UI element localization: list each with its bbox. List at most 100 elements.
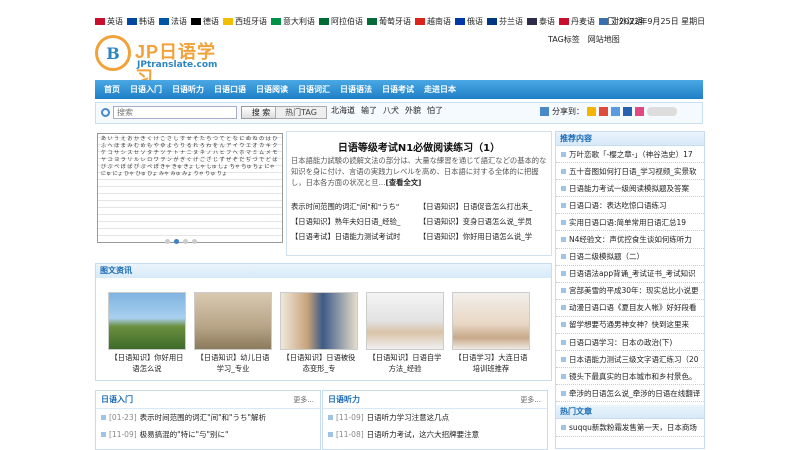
photo-news-caption: 【日语知识】幼儿日语学习_专业 — [196, 353, 270, 373]
photo-news-item[interactable]: 【日语知识】你好用日语怎么说 — [108, 292, 186, 374]
site-logo[interactable]: B JP日语学习 JPtranslate.com — [95, 35, 235, 88]
lang-link[interactable]: 阿拉伯语 — [319, 16, 363, 27]
list-item[interactable]: 五十音图如何打日语_学习视频_实景软 — [556, 163, 704, 181]
lang-label: 法语 — [171, 17, 187, 26]
nav-item[interactable]: 走进日本 — [419, 84, 461, 95]
photo-news-item[interactable]: 【日语知识】日语自学方法_经验 — [366, 292, 444, 374]
lang-link[interactable]: 泰语 — [527, 16, 555, 27]
renren-share-icon[interactable] — [623, 107, 632, 116]
slider-dot[interactable] — [174, 239, 179, 244]
slider-dot[interactable] — [192, 239, 197, 244]
lang-link[interactable]: 意大利语 — [271, 16, 315, 27]
hot-word-link[interactable]: 八犬 — [383, 105, 399, 116]
sitemap-link[interactable]: 网站地图 — [588, 34, 620, 45]
photo-news-item[interactable]: 【日语知识】日语被役态变形_专 — [280, 292, 358, 374]
hot-word-link[interactable]: 北海道 — [331, 105, 355, 116]
list-item[interactable]: suqqu新款粉霜发售第一天，日本商场 — [556, 419, 704, 437]
lang-label: 芬兰语 — [499, 17, 523, 26]
tencent-share-icon[interactable] — [611, 107, 620, 116]
lang-label: 韩语 — [139, 17, 155, 26]
lang-link[interactable]: 韩语 — [127, 16, 155, 27]
share-icon — [540, 107, 549, 116]
list-item-text: suqqu新款粉霜发售第一天，日本商场 — [569, 422, 697, 432]
lang-link[interactable]: 越南语 — [415, 16, 451, 27]
nav-item[interactable]: 日语入门 — [125, 84, 167, 95]
lang-link[interactable]: 芬兰语 — [487, 16, 523, 27]
feature-link[interactable]: 表示时间范围的词汇"间"和"うち" — [291, 202, 419, 212]
list-item-text: 万叶恋歌「-樱之章-」（神谷浩史）17 — [569, 149, 693, 159]
nav-item[interactable]: 日语语法 — [335, 84, 377, 95]
lang-link[interactable]: 俄语 — [455, 16, 483, 27]
list-item[interactable]: [11-09] 极易搞混的"特に"与"别に" — [96, 426, 320, 443]
slider-dots — [165, 239, 197, 244]
qzone-share-icon[interactable] — [587, 107, 596, 116]
lang-link[interactable]: 德语 — [191, 16, 219, 27]
photo-news-image — [280, 292, 358, 350]
feature-link[interactable]: 【日语考试】日语能力测试考试时 — [291, 232, 419, 242]
list-item[interactable]: [01-23] 表示时间范围的词汇"间"和"うち"解析 — [96, 409, 320, 426]
list-item-text: 宫部美雪的平成30年：现实总比小说更 — [569, 286, 699, 296]
douban-share-icon[interactable] — [635, 107, 644, 116]
hot-word-link[interactable]: 怕了 — [427, 105, 443, 116]
feature-link[interactable]: 【日语知识】你好用日语怎么说_学 — [419, 232, 547, 242]
list-item[interactable]: 留学想要芍通男神女神？快到这里来 — [556, 317, 704, 335]
lang-link[interactable]: 英语 — [95, 16, 123, 27]
list-item[interactable]: 日本语能力测试三级文字语汇练习（20 — [556, 351, 704, 369]
listening-list: [11-09] 日语听力学习注意这几点 [11-08] 日语听力考试，这六大招牌要注意 — [323, 409, 547, 443]
flag-icon — [223, 18, 233, 25]
search-input[interactable] — [113, 106, 237, 119]
list-item[interactable]: [11-09] 日语听力学习注意这几点 — [323, 409, 547, 426]
beginner-more-link[interactable]: 更多... — [293, 395, 314, 405]
slider-dot[interactable] — [183, 239, 188, 244]
lang-link[interactable]: 丹麦语 — [559, 16, 595, 27]
list-item[interactable]: 日语二级模拟题（二） — [556, 249, 704, 266]
lang-link[interactable]: 西班牙语 — [223, 16, 267, 27]
nav-item[interactable]: 日语口语 — [209, 84, 251, 95]
feature-desc: 日本語能力試験の読解文法の部分は、大量な練習を通じて語汇などの基本的な知识を身に… — [291, 155, 548, 188]
nav-item[interactable]: 日语词汇 — [293, 84, 335, 95]
photo-news-item[interactable]: 【日语学习】大连日语培训班推荐 — [452, 292, 530, 374]
lang-link[interactable]: 葡萄牙语 — [367, 16, 411, 27]
tag-link[interactable]: TAG标签 — [548, 34, 580, 45]
nav-item[interactable]: 首页 — [99, 84, 125, 95]
lang-link[interactable]: 法语 — [159, 16, 187, 27]
list-item-date: [01-23] — [109, 413, 137, 422]
list-item[interactable]: 日语能力考试一级阅读模拟题及答案 — [556, 180, 704, 198]
bullet-icon — [101, 432, 106, 437]
listening-more-link[interactable]: 更多... — [520, 395, 541, 405]
photo-news-item[interactable]: 【日语知识】幼儿日语学习_专业 — [194, 292, 272, 374]
weibo-share-icon[interactable] — [599, 107, 608, 116]
list-item[interactable]: [11-08] 日语听力考试，这六大招牌要注意 — [323, 426, 547, 443]
list-item[interactable]: 宫部美雪的平成30年：现实总比小说更 — [556, 283, 704, 300]
nav-item[interactable]: 日语听力 — [167, 84, 209, 95]
hot-word-link[interactable]: 外貌 — [405, 105, 421, 116]
list-item[interactable]: 动漫日语口语《夏目友人帐》好好段看 — [556, 300, 704, 317]
list-item[interactable]: 日语口语：表达吃惊口语练习 — [556, 197, 704, 215]
bullet-icon — [561, 288, 566, 294]
feature-title[interactable]: 日语等级考试N1必做阅读练习（1） — [286, 139, 552, 154]
kana-chart-slide[interactable]: あ い う え お か き く け こ さ し す せ そ た ち つ て と … — [97, 133, 283, 243]
kana-chart-text: あ い う え お か き く け こ さ し す せ そ た ち つ て と … — [101, 136, 278, 177]
flag-icon — [415, 18, 425, 25]
feature-link[interactable]: 【日语知识】变身日语怎么说_学员 — [419, 217, 547, 227]
list-item[interactable]: 实用日语口语:简单常用日语汇总19 — [556, 214, 704, 232]
hot-tag-button[interactable]: 热门TAG — [275, 106, 327, 119]
feature-link[interactable]: 【日语知识】日语促音怎么打出来_ — [419, 202, 547, 212]
list-item[interactable]: 镜头下最真实的日本城市和乡村景色。 — [556, 368, 704, 386]
list-item[interactable]: 日语口语学习：日本の政治(下) — [556, 334, 704, 352]
list-item[interactable]: 万叶恋歌「-樱之章-」（神谷浩史）17 — [556, 146, 704, 164]
list-item-text: 留学想要芍通男神女神？快到这里来 — [569, 320, 689, 330]
bullet-icon — [561, 373, 566, 379]
slider-dot[interactable] — [165, 239, 170, 244]
list-item[interactable]: 日语语法app背诵_考试证书_考试知识 — [556, 266, 704, 283]
hot-articles-list: suqqu新款粉霜发售第一天，日本商场 — [556, 419, 704, 437]
lang-label: 阿拉伯语 — [331, 17, 363, 26]
hot-word-link[interactable]: 输了 — [361, 105, 377, 116]
nav-item[interactable]: 日语阅读 — [251, 84, 293, 95]
feature-link[interactable]: 【日语知识】熟年夫妇日语_经验_ — [291, 217, 419, 227]
feature-more-link[interactable]: [查看全文] — [386, 178, 422, 187]
list-item[interactable]: 牵涉的日语怎么说_牵涉的日语在线翻译 — [556, 385, 704, 403]
list-item[interactable]: N4经验文：声优控食生谈如何练听力 — [556, 231, 704, 249]
bullet-icon — [561, 254, 566, 260]
nav-item[interactable]: 日语考试 — [377, 84, 419, 95]
